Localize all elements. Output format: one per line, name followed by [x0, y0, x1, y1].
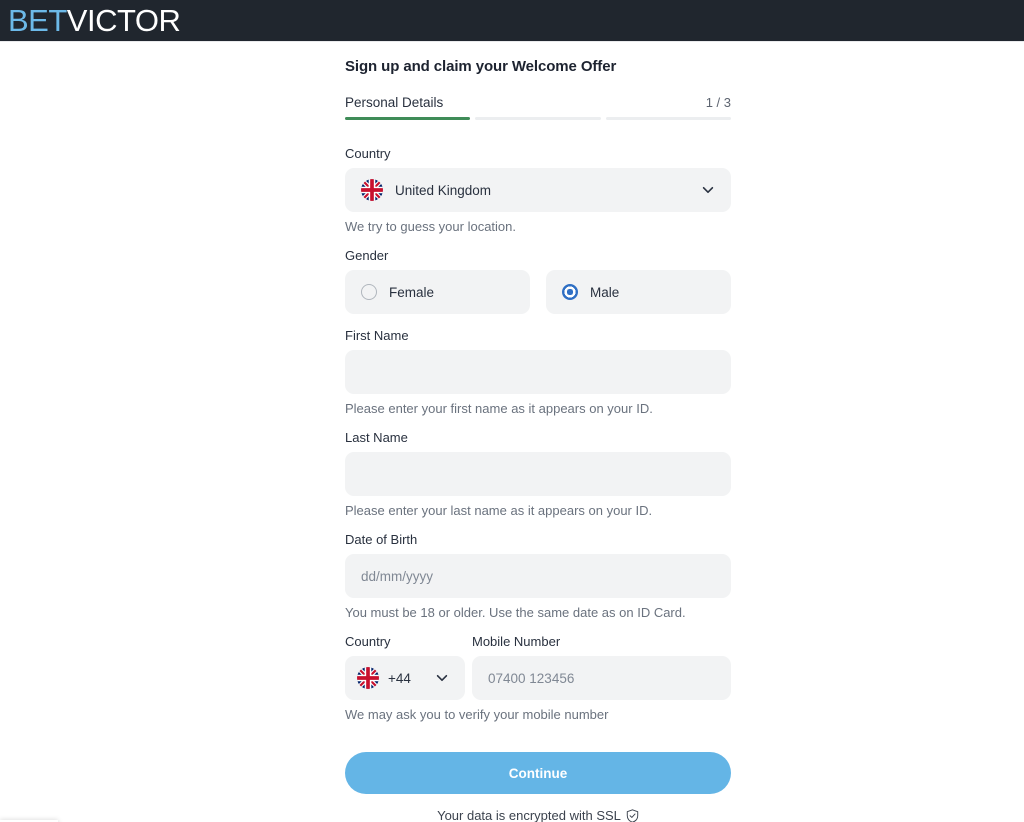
gender-label: Gender	[345, 248, 389, 263]
gender-option-female-label: Female	[389, 284, 435, 300]
country-value: United Kingdom	[395, 182, 492, 198]
date-of-birth-helper-text: You must be 18 or older. Use the same da…	[345, 605, 686, 620]
country-label: Country	[345, 146, 391, 161]
logo-text-victor: VICTOR	[66, 3, 181, 38]
last-name-input[interactable]	[345, 452, 731, 496]
radio-checked-icon	[562, 284, 578, 300]
country-select[interactable]: United Kingdom	[345, 168, 731, 212]
gender-option-male-label: Male	[590, 284, 620, 300]
page-title: Sign up and claim your Welcome Offer	[345, 58, 617, 75]
step-header: Personal Details 1 / 3	[345, 95, 731, 110]
gender-field: Gender Female Male	[345, 248, 731, 314]
country-field: Country United Kingdom We try to guess y…	[345, 146, 731, 234]
date-of-birth-label: Date of Birth	[345, 532, 418, 547]
signup-form: Sign up and claim your Welcome Offer Per…	[345, 58, 731, 822]
mobile-number-label: Mobile Number	[472, 634, 561, 649]
uk-flag-icon	[357, 667, 379, 689]
country-helper-text: We try to guess your location.	[345, 219, 517, 234]
date-of-birth-field: Date of Birth You must be 18 or older. U…	[345, 532, 731, 620]
gender-option-female[interactable]: Female	[345, 270, 530, 314]
last-name-helper-text: Please enter your last name as it appear…	[345, 503, 653, 518]
last-name-label: Last Name	[345, 430, 408, 445]
shield-check-icon	[626, 808, 639, 822]
phone-helper-text: We may ask you to verify your mobile num…	[345, 707, 609, 722]
gender-radio-group: Female Male	[345, 270, 731, 314]
phone-country-label: Country	[345, 634, 391, 649]
continue-button[interactable]: Continue	[345, 752, 731, 794]
chevron-down-icon	[702, 186, 714, 194]
step-label: Personal Details	[345, 95, 444, 110]
radio-unchecked-icon	[361, 284, 377, 300]
first-name-label: First Name	[345, 328, 409, 343]
progress-segment-2	[475, 117, 601, 120]
ssl-note-text: Your data is encrypted with SSL	[437, 808, 621, 822]
mobile-number-input[interactable]	[472, 656, 731, 700]
phone-field: Country +44 Mobile Number 07400 123456 W…	[345, 634, 731, 722]
uk-flag-icon	[361, 179, 383, 201]
ssl-note: Your data is encrypted with SSL	[345, 808, 731, 822]
progress-segment-1	[345, 117, 471, 120]
gender-option-male[interactable]: Male	[546, 270, 731, 314]
progress-bar	[345, 117, 731, 120]
last-name-field: Last Name Please enter your last name as…	[345, 430, 731, 518]
first-name-helper-text: Please enter your first name as it appea…	[345, 401, 653, 416]
phone-country-group: Country +44	[345, 634, 465, 700]
phone-country-select[interactable]: +44	[345, 656, 465, 700]
first-name-field: First Name Please enter your first name …	[345, 328, 731, 416]
signup-page: Sign up and claim your Welcome Offer Per…	[0, 42, 1024, 822]
step-counter: 1 / 3	[705, 95, 731, 110]
first-name-input[interactable]	[345, 350, 731, 394]
progress-segment-3	[605, 117, 731, 120]
site-header: BETVICTOR	[0, 0, 1024, 42]
phone-number-group: Mobile Number	[472, 634, 731, 700]
logo-text-bet: BET	[8, 3, 67, 38]
betvictor-logo[interactable]: BETVICTOR	[8, 3, 181, 38]
phone-row: Country +44 Mobile Number 07400 123456	[345, 634, 731, 700]
chevron-down-icon	[436, 674, 448, 682]
date-of-birth-input[interactable]	[345, 554, 731, 598]
